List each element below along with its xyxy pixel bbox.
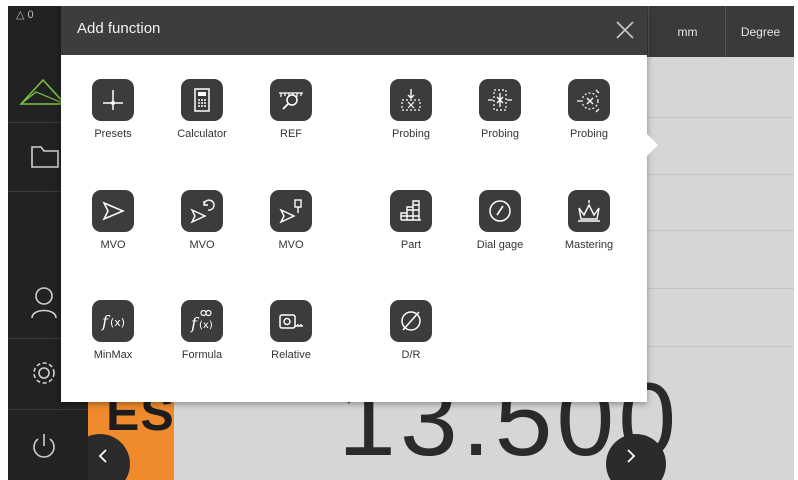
- function-label: MinMax: [93, 349, 133, 361]
- diameter-icon: [390, 300, 432, 342]
- folder-icon: [31, 146, 59, 168]
- function-label: Formula: [181, 349, 223, 361]
- unit-length-button[interactable]: mm: [648, 6, 726, 57]
- function-probing-edge[interactable]: Probing: [371, 79, 451, 173]
- mvo-arrow-icon: [92, 190, 134, 232]
- add-function-dialog: Add function Presets Calculator REF Prob…: [61, 6, 658, 402]
- minmax-function-icon: f (x): [92, 300, 134, 342]
- mvo-marker-icon: [270, 190, 312, 232]
- function-label: MVO: [189, 239, 215, 251]
- function-mvo-3[interactable]: MVO: [251, 190, 331, 284]
- function-label: REF: [280, 128, 302, 140]
- gear-icon: [33, 362, 55, 384]
- part-counter-icon: [390, 190, 432, 232]
- mastering-crown-icon: [568, 190, 610, 232]
- function-part[interactable]: Part: [371, 190, 451, 284]
- calculator-icon: [181, 79, 223, 121]
- chevron-right-icon: [627, 449, 636, 463]
- formula-icon: f (x): [181, 300, 223, 342]
- svg-text:(x): (x): [110, 316, 125, 329]
- probing-centerline-icon: [479, 79, 521, 121]
- unit-angle-button[interactable]: Degree: [725, 6, 794, 57]
- probing-edge-icon: [390, 79, 432, 121]
- power-icon: [33, 434, 55, 458]
- function-mastering[interactable]: Mastering: [549, 190, 629, 284]
- function-label: MVO: [278, 239, 304, 251]
- function-label: Probing: [481, 128, 519, 140]
- function-dial-gage[interactable]: Dial gage: [460, 190, 540, 284]
- dialog-pointer: [647, 134, 658, 156]
- close-icon[interactable]: [609, 14, 641, 46]
- function-d-r[interactable]: D/R: [371, 300, 451, 394]
- function-label: Part: [400, 239, 422, 251]
- function-label: Relative: [271, 349, 311, 361]
- function-label: D/R: [401, 349, 421, 361]
- dialog-title: Add function: [77, 20, 161, 37]
- function-label: Probing: [570, 128, 608, 140]
- ref-ruler-icon: [270, 79, 312, 121]
- function-formula[interactable]: f (x) Formula: [162, 300, 242, 394]
- function-relative[interactable]: Relative: [251, 300, 331, 394]
- mvo-rotate-icon: [181, 190, 223, 232]
- function-label: Calculator: [177, 128, 227, 140]
- function-probing-centerline[interactable]: Probing: [460, 79, 540, 173]
- function-label: Probing: [392, 128, 430, 140]
- function-label: MVO: [100, 239, 126, 251]
- probing-circle-icon: [568, 79, 610, 121]
- function-mvo-2[interactable]: MVO: [162, 190, 242, 284]
- function-presets[interactable]: Presets: [73, 79, 153, 173]
- function-minmax[interactable]: f (x) MinMax: [73, 300, 153, 394]
- function-probing-circle[interactable]: Probing: [549, 79, 629, 173]
- crosshair-icon: [92, 79, 134, 121]
- relative-tape-icon: [270, 300, 312, 342]
- status-text: △ 0: [16, 9, 34, 21]
- user-icon: [31, 287, 57, 319]
- function-ref[interactable]: REF: [251, 79, 331, 173]
- function-mvo-1[interactable]: MVO: [73, 190, 153, 284]
- function-calculator[interactable]: Calculator: [162, 79, 242, 173]
- dialog-header: Add function: [61, 6, 647, 55]
- function-label: Mastering: [564, 239, 614, 251]
- function-label: Presets: [94, 128, 132, 140]
- chevron-left-icon: [98, 449, 107, 463]
- svg-text:(x): (x): [199, 320, 213, 331]
- function-label: Dial gage: [476, 239, 524, 251]
- main-screen: mm Degree ES 13.500 △ 0 Add function Pre…: [8, 6, 794, 480]
- menu-item-power[interactable]: [8, 410, 88, 480]
- dial-gage-icon: [479, 190, 521, 232]
